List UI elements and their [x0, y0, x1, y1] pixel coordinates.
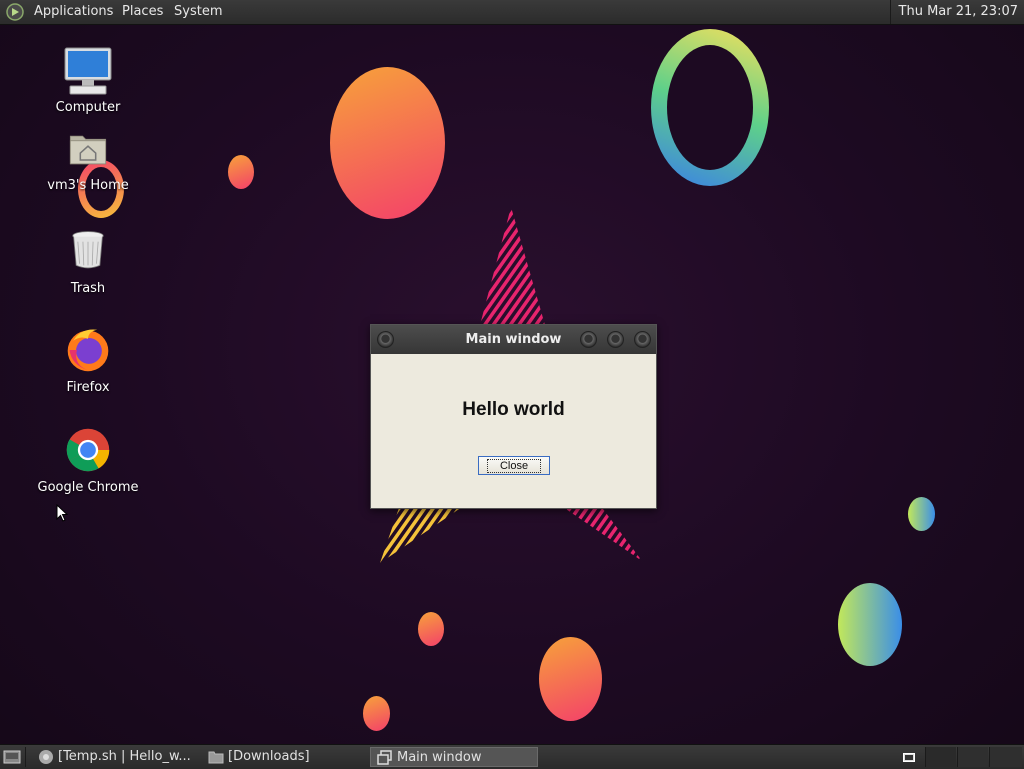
window-menu-icon[interactable] [377, 331, 394, 348]
main-window-dialog: Main window Hello world Close [370, 324, 657, 509]
window-icon [377, 750, 392, 765]
clock[interactable]: Thu Mar 21, 23:07 [889, 0, 1024, 24]
close-window-icon[interactable] [634, 331, 651, 348]
wallpaper-orange-circle-medium [539, 637, 602, 721]
taskbar: [Temp.sh | Hello_w... [Downloads] Main w… [0, 744, 1024, 769]
folder-icon [208, 751, 224, 764]
wallpaper-orange-dot-3 [363, 696, 390, 731]
close-button-label: Close [486, 459, 542, 473]
dialog-title: Main window [465, 332, 562, 347]
menu-places[interactable]: Places [122, 4, 163, 19]
desktop-icon-trash[interactable]: Trash [33, 229, 143, 296]
minimize-icon[interactable] [580, 331, 597, 348]
task-label: Main window [397, 750, 482, 765]
task-label: [Temp.sh | Hello_w... [58, 749, 191, 764]
close-button[interactable]: Close [478, 456, 550, 475]
tray-indicator-icon[interactable] [903, 753, 915, 762]
hello-message: Hello world [462, 399, 565, 420]
workspace-2[interactable] [958, 747, 988, 767]
top-panel: Applications Places System Thu Mar 21, 2… [0, 0, 1024, 25]
wallpaper-orange-dot-2 [418, 612, 444, 646]
wallpaper-ring-gradient [651, 29, 769, 186]
desktop-icon-label: Trash [70, 281, 106, 296]
menu-system[interactable]: System [174, 4, 222, 19]
mouse-cursor-icon [56, 504, 68, 522]
desktop-icon-label: vm3's Home [47, 178, 129, 193]
chrome-icon [39, 750, 53, 764]
computer-icon [64, 47, 112, 95]
menu-applications[interactable]: Applications [34, 4, 113, 19]
taskbar-task-main-window[interactable]: Main window [370, 747, 538, 767]
taskbar-separator [25, 747, 26, 767]
task-label: [Downloads] [228, 749, 310, 764]
wallpaper-orange-circle-large [330, 67, 445, 219]
desktop-icon-firefox[interactable]: Firefox [33, 326, 143, 395]
wallpaper-green-blue-circle [838, 583, 902, 666]
show-desktop-icon[interactable] [3, 749, 21, 765]
taskbar-task-chrome[interactable]: [Temp.sh | Hello_w... [32, 747, 200, 767]
desktop-icon-home[interactable]: vm3's Home [33, 130, 143, 193]
desktop-icon-label: Google Chrome [37, 480, 139, 495]
wallpaper-orange-dot [228, 155, 254, 189]
home-folder-icon [69, 135, 107, 165]
dialog-titlebar[interactable]: Main window [371, 325, 656, 354]
workspace-1[interactable] [926, 747, 956, 767]
desktop-icon-computer[interactable]: Computer [33, 46, 143, 115]
desktop-icon-label: Firefox [66, 380, 110, 395]
desktop-icon-chrome[interactable]: Google Chrome [33, 426, 143, 495]
distro-logo-icon[interactable] [6, 3, 24, 21]
trash-icon [72, 231, 104, 269]
chrome-icon [66, 428, 110, 472]
workspace-3[interactable] [990, 747, 1022, 767]
desktop-icon-label: Computer [55, 100, 121, 115]
maximize-icon[interactable] [607, 331, 624, 348]
taskbar-task-downloads[interactable]: [Downloads] [202, 747, 367, 767]
wallpaper-green-blue-dot [908, 497, 935, 531]
firefox-icon [67, 329, 109, 372]
